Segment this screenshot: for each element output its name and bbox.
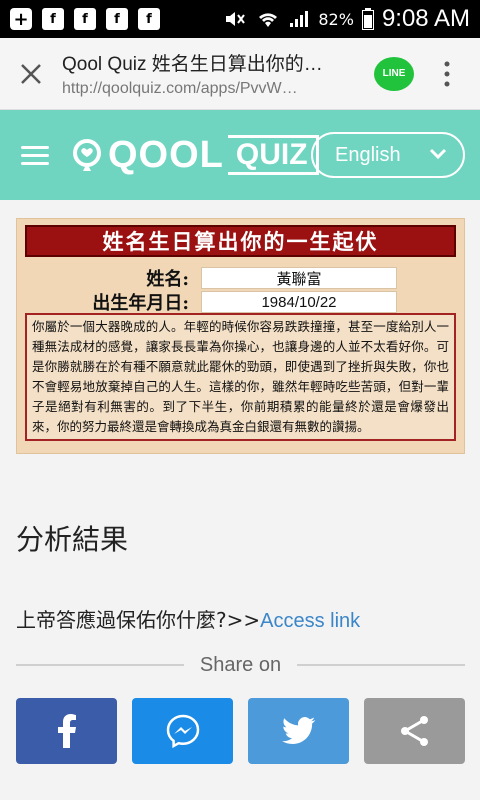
twitter-share-button[interactable] xyxy=(248,698,349,764)
access-prefix: 上帝答應過保佑你什麼?>> xyxy=(16,608,261,632)
qoolquiz-logo[interactable]: QOOL QUIZ xyxy=(70,134,319,177)
more-menu-button[interactable] xyxy=(414,38,480,110)
mute-icon xyxy=(226,12,246,26)
facebook-share-button[interactable] xyxy=(16,698,117,764)
result-description: 你屬於一個大器晚成的人。年輕的時候你容易跌跌撞撞，甚至一度給別人一種無法成材的感… xyxy=(25,313,456,441)
hamburger-menu-icon[interactable] xyxy=(0,110,70,200)
analysis-title: 分析結果 xyxy=(16,523,129,556)
language-value: English xyxy=(335,143,401,166)
battery-percent: 82% xyxy=(318,9,354,29)
name-label: 姓名: xyxy=(146,269,189,290)
name-value: 黃聯富 xyxy=(201,267,397,289)
facebook-icon xyxy=(57,714,76,748)
more-vert-icon xyxy=(444,61,450,86)
facebook-icon: f xyxy=(138,8,160,30)
page-title: Qool Quiz 姓名生日算出你的… xyxy=(62,54,323,75)
share-buttons xyxy=(16,698,465,764)
signal-icon xyxy=(290,11,309,27)
facebook-icon: f xyxy=(106,8,128,30)
close-icon xyxy=(21,63,41,84)
share-divider: Share on xyxy=(16,650,466,680)
site-header: QOOL QUIZ English xyxy=(0,110,480,200)
chevron-down-icon xyxy=(429,148,447,160)
language-select[interactable]: English xyxy=(311,132,465,178)
dob-row: 出生年月日: 1984/10/22 xyxy=(27,289,397,315)
more-share-button[interactable] xyxy=(364,698,465,764)
result-image: 姓名生日算出你的一生起伏 姓名: 黃聯富 出生年月日: 1984/10/22 你… xyxy=(16,218,465,454)
page-url: http://qoolquiz.com/apps/PvvW… xyxy=(62,80,298,97)
wifi-icon xyxy=(259,13,278,27)
clock: 9:08 AM xyxy=(381,5,470,32)
access-link[interactable]: Access link xyxy=(260,610,360,632)
plus-box-icon: + xyxy=(10,8,32,30)
messenger-icon xyxy=(166,714,199,748)
share-label: Share on xyxy=(199,653,282,676)
logo-quiz: QUIZ xyxy=(227,135,319,175)
facebook-icon: f xyxy=(42,8,64,30)
logo-qool: QOOL xyxy=(108,133,224,176)
access-row: 上帝答應過保佑你什麼?>>Access link xyxy=(16,604,360,633)
logo-heart-icon xyxy=(73,138,101,171)
result-banner: 姓名生日算出你的一生起伏 xyxy=(25,225,456,257)
browser-toolbar: Qool Quiz 姓名生日算出你的… http://qoolquiz.com/… xyxy=(0,38,480,110)
dob-label: 出生年月日: xyxy=(92,293,189,314)
share-icon xyxy=(400,716,428,746)
close-tab-button[interactable] xyxy=(0,38,62,110)
main-content: 姓名生日算出你的一生起伏 姓名: 黃聯富 出生年月日: 1984/10/22 你… xyxy=(0,200,480,800)
address-area[interactable]: Qool Quiz 姓名生日算出你的… http://qoolquiz.com/… xyxy=(62,49,358,98)
status-bar: + f f f f 82% 9:08 AM xyxy=(0,0,480,38)
name-row: 姓名: 黃聯富 xyxy=(27,265,397,291)
dob-value: 1984/10/22 xyxy=(201,291,397,313)
battery-icon xyxy=(361,8,374,30)
line-share-icon[interactable]: LINE xyxy=(374,56,414,91)
messenger-share-button[interactable] xyxy=(132,698,233,764)
divider-line xyxy=(297,664,466,666)
facebook-icon: f xyxy=(74,8,96,30)
twitter-icon xyxy=(281,717,315,744)
divider-line xyxy=(16,664,184,666)
